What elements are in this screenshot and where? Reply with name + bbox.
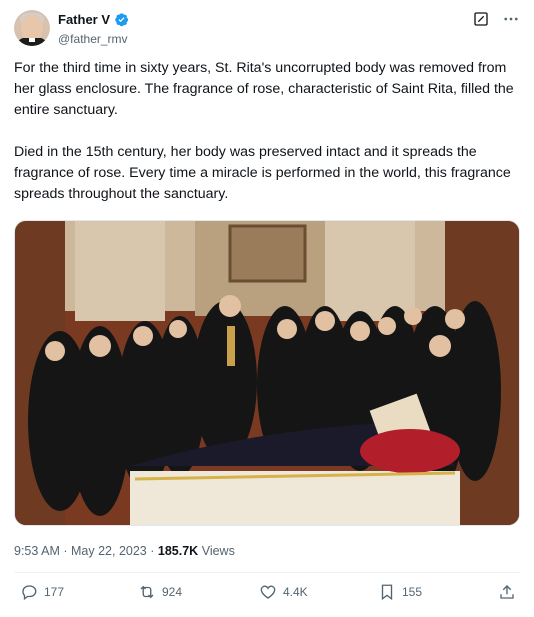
like-icon [259,583,277,601]
reply-icon [20,583,38,601]
more-icon[interactable] [502,10,520,28]
tweet-date[interactable]: May 22, 2023 [71,544,147,558]
divider [14,572,520,573]
bookmark-button[interactable]: 155 [378,583,422,601]
like-button[interactable]: 4.4K [259,583,308,601]
tweet-header: Father V @father_rmv [14,10,520,50]
views-label: Views [201,544,235,558]
share-button[interactable] [498,583,516,601]
avatar[interactable] [14,10,50,46]
views-count: 185.7K [157,544,199,558]
meta-separator: · [150,544,155,558]
tweet: Father V @father_rmv For the third time … [0,0,534,617]
tweet-paragraph: Died in the 15th century, her body was p… [14,144,511,202]
tweet-text: For the third time in sixty years, St. R… [14,58,520,226]
reply-button[interactable]: 177 [20,583,64,601]
grok-icon[interactable] [472,10,490,28]
tweet-time[interactable]: 9:53 AM [14,544,60,558]
share-icon [498,583,516,601]
tweet-photo[interactable] [14,220,520,526]
retweet-button[interactable]: 924 [138,583,182,601]
display-name[interactable]: Father V [58,12,110,27]
reply-count: 177 [44,585,65,599]
bookmark-count: 155 [402,585,423,599]
like-count: 4.4K [283,585,308,599]
retweet-icon [138,583,156,601]
header-actions [472,10,520,28]
name-row: Father V [58,12,129,27]
action-bar: 177 924 4.4K 155 [14,583,520,607]
retweet-count: 924 [162,585,183,599]
tweet-meta: 9:53 AM · May 22, 2023 · 185.7K Views [14,544,235,558]
photo-illustration [15,221,519,525]
verified-badge-icon [114,12,129,27]
bookmark-icon [378,583,396,601]
meta-separator: · [63,544,68,558]
tweet-paragraph: For the third time in sixty years, St. R… [14,60,514,118]
handle[interactable]: @father_rmv [58,32,128,46]
